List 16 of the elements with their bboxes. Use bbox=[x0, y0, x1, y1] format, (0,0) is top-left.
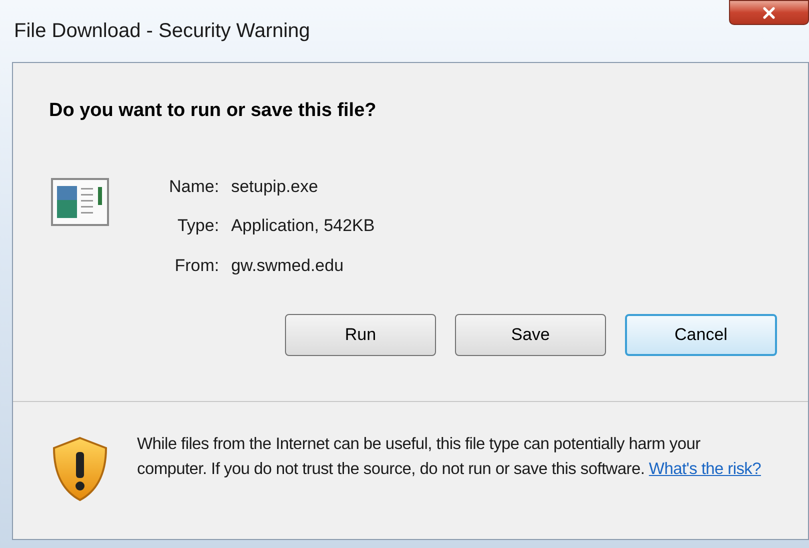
field-label: Name: bbox=[169, 176, 220, 198]
window-title: File Download - Security Warning bbox=[14, 19, 310, 44]
warning-text: While files from the Internet can be useful, this file type can potentially harm your computer. If you do not trust the source, do not run or save this software. What's the risk? bbox=[137, 434, 762, 480]
field-label: From: bbox=[174, 254, 220, 276]
application-icon bbox=[51, 178, 109, 226]
dialog-button[interactable]: Run bbox=[285, 314, 436, 356]
close-button[interactable] bbox=[729, 0, 809, 25]
dialog-button[interactable]: Cancel bbox=[625, 314, 777, 356]
field-value: setupip.exe bbox=[231, 176, 320, 198]
warning-shield-icon bbox=[51, 436, 109, 502]
risk-link[interactable]: What's the risk? bbox=[648, 460, 761, 478]
field-value: Application, 542KB bbox=[231, 215, 375, 237]
dialog-heading: Do you want to run or save this file? bbox=[49, 99, 378, 123]
field-value: gw.swmed.edu bbox=[231, 254, 345, 276]
field-label: Type: bbox=[176, 215, 220, 237]
dialog-button[interactable]: Save bbox=[455, 314, 606, 356]
